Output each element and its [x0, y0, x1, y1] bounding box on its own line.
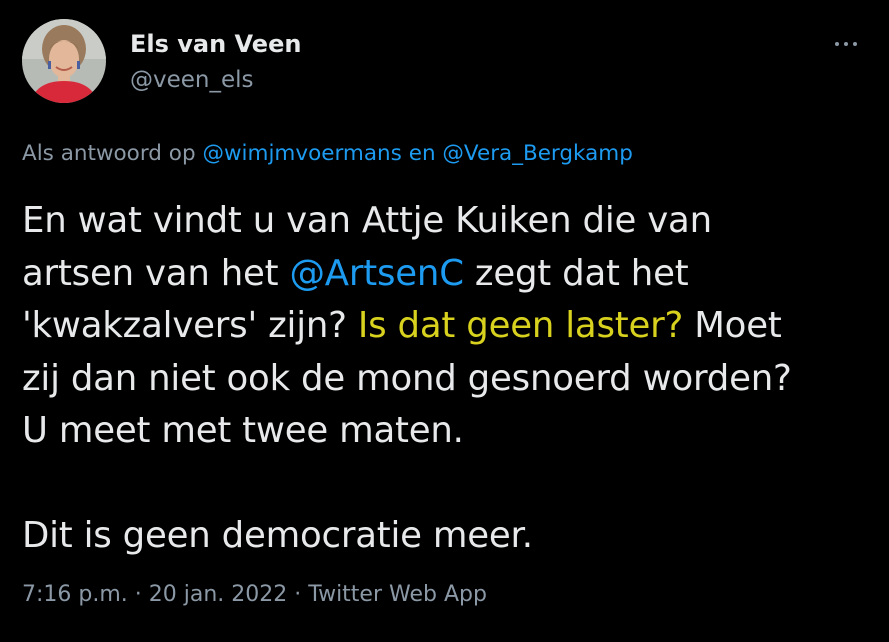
author-name[interactable]: Els van Veen	[130, 30, 301, 58]
reply-context: Als antwoord op @wimjmvoermans en @Vera_…	[22, 141, 633, 166]
more-horizontal-icon	[835, 42, 839, 46]
tweet-text-segment: artsen van het	[22, 252, 290, 294]
reply-mention-link[interactable]: @Vera_Bergkamp	[442, 141, 632, 166]
reply-conjunction[interactable]: en	[409, 141, 436, 166]
meta-separator: ·	[134, 582, 142, 607]
more-options-button[interactable]	[824, 30, 868, 58]
meta-separator: ·	[294, 582, 302, 607]
tweet-line: zij dan niet ook de mond gesnoerd worden…	[22, 357, 792, 399]
tweet-line: U meet met twee maten.	[22, 410, 464, 451]
tweet-line: 'kwakzalvers' zijn? Is dat geen laster? …	[22, 300, 872, 353]
author-handle[interactable]: @veen_els	[130, 67, 254, 93]
tweet-text: En wat vindt u van Attje Kuiken die van …	[22, 195, 872, 563]
tweet-source[interactable]: Twitter Web App	[308, 582, 487, 607]
tweet-card: Els van Veen @veen_els Als antwoord op @…	[0, 0, 889, 642]
mention-link[interactable]: @ArtsenC	[289, 253, 464, 294]
more-horizontal-icon	[853, 42, 857, 46]
avatar[interactable]	[22, 19, 106, 103]
reply-prefix: Als antwoord op	[22, 141, 196, 166]
tweet-text-segment: 'kwakzalvers' zijn?	[22, 305, 358, 346]
tweet-meta: 7:16 p.m. · 20 jan. 2022 · Twitter Web A…	[22, 582, 487, 607]
tweet-text-segment: zegt dat het	[463, 252, 689, 294]
tweet-date[interactable]: 20 jan. 2022	[149, 582, 288, 607]
tweet-line: artsen van het @ArtsenC zegt dat het	[22, 248, 872, 301]
reply-mention-link[interactable]: @wimjmvoermans	[202, 141, 401, 166]
tweet-line: En wat vindt u van Attje Kuiken die van	[22, 200, 712, 241]
tweet-line: Dit is geen democratie meer.	[22, 515, 533, 556]
tweet-time[interactable]: 7:16 p.m.	[22, 582, 128, 607]
avatar-photo	[22, 19, 106, 103]
more-horizontal-icon	[844, 42, 848, 46]
highlighted-text: Is dat geen laster?	[357, 305, 684, 346]
tweet-text-segment: Moet	[683, 305, 782, 346]
paragraph-break	[22, 458, 872, 511]
